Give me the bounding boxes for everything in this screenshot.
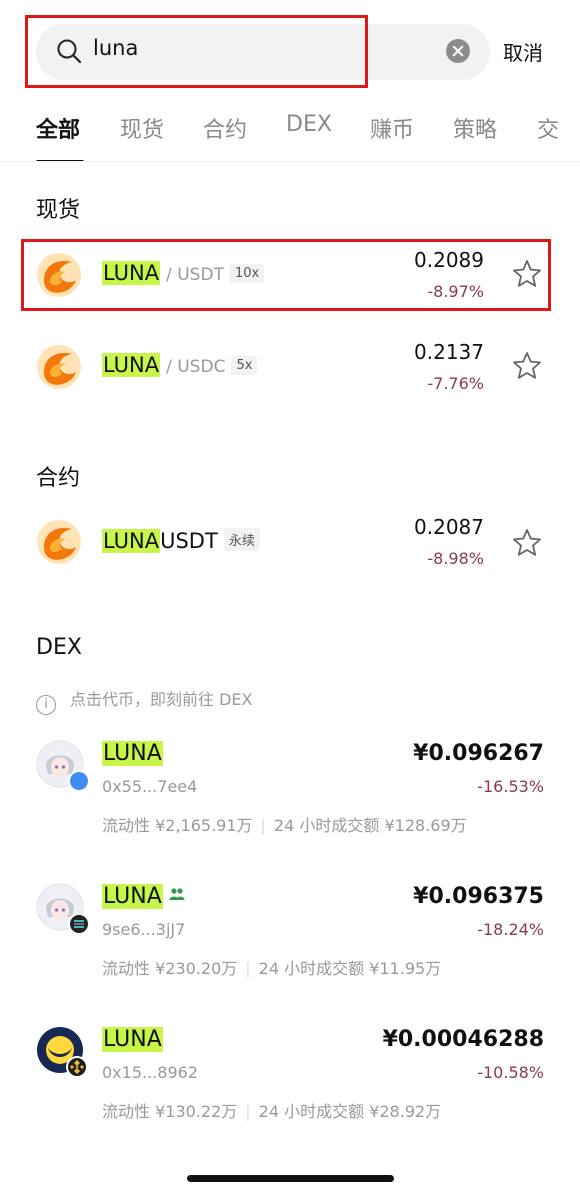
search-highlight-box: [25, 15, 368, 88]
symbol: LUNA: [102, 1027, 163, 1052]
token-stats: 流动性 ¥130.22万 | 24 小时成交额 ¥28.92万: [102, 1102, 442, 1121]
list-item[interactable]: LUNAUSDT 永续 0.2087 -8.98%: [0, 511, 580, 575]
price: ¥0.096375: [413, 884, 544, 909]
price: 0.2137: [414, 340, 484, 364]
token-stats: 流动性 ¥230.20万 | 24 小时成交额 ¥11.95万: [102, 959, 442, 978]
tab-strategy[interactable]: 策略: [453, 112, 497, 144]
star-icon[interactable]: [511, 350, 543, 382]
chain-badge-icon: [68, 770, 90, 792]
price-change: -18.24%: [477, 920, 544, 939]
tab-earn[interactable]: 赚币: [370, 112, 414, 144]
tab-futures[interactable]: 合约: [203, 112, 247, 144]
symbol: LUNA / USDC 5x: [102, 353, 258, 377]
section-title-dex: DEX: [36, 635, 82, 660]
info-icon: i: [36, 695, 56, 715]
clear-icon[interactable]: [446, 39, 470, 63]
home-indicator[interactable]: [187, 1175, 394, 1182]
price-change: -10.58%: [477, 1063, 544, 1082]
holders-icon: [169, 888, 185, 900]
token-address: 0x15...8962: [102, 1063, 198, 1082]
luna-coin-icon: [37, 520, 81, 564]
quote-currency: / USDC: [166, 357, 226, 377]
price: ¥0.096267: [413, 741, 544, 766]
dex-list-item[interactable]: LUNA 0x15...8962 流动性 ¥130.22万 | 24 小时成交额 ¥…: [0, 1022, 580, 1122]
symbol-suffix: USDT: [160, 529, 218, 553]
tab-trade[interactable]: 交: [537, 112, 559, 144]
dex-info-line: i 点击代币，即刻前往 DEX: [36, 686, 252, 715]
price-change: -8.98%: [427, 549, 484, 568]
category-tabs: 全部 现货 合约 DEX 赚币 策略 交: [0, 108, 580, 162]
dex-list-item[interactable]: LUNA 9se6...3jJ7 流动性 ¥230.20万 | 24 小时成交额 ¥…: [0, 879, 580, 979]
liquidity: 流动性 ¥2,165.91万: [102, 816, 253, 835]
star-icon[interactable]: [511, 527, 543, 559]
bnb-chain-icon: [66, 1056, 88, 1078]
contract-type-badge: 永续: [223, 528, 260, 551]
tab-dex[interactable]: DEX: [286, 112, 332, 137]
section-title-spot: 现货: [36, 198, 81, 223]
token-address: 9se6...3jJ7: [102, 920, 186, 939]
volume-24h: 24 小时成交额 ¥128.69万: [273, 816, 467, 835]
symbol: LUNA: [102, 741, 163, 766]
volume-24h: 24 小时成交额 ¥28.92万: [258, 1102, 442, 1121]
tab-all[interactable]: 全部: [36, 112, 80, 144]
liquidity: 流动性 ¥130.22万: [102, 1102, 238, 1121]
token-stats: 流动性 ¥2,165.91万 | 24 小时成交额 ¥128.69万: [102, 816, 467, 835]
solana-chain-icon: [68, 913, 90, 935]
list-item[interactable]: LUNA / USDC 5x 0.2137 -7.76%: [0, 336, 580, 400]
leverage-badge: 5x: [231, 356, 258, 375]
symbol: LUNA: [102, 884, 185, 909]
price: ¥0.00046288: [382, 1027, 544, 1052]
token-address: 0x55...7ee4: [102, 777, 198, 796]
section-title-futures: 合约: [36, 466, 81, 491]
price: 0.2087: [414, 515, 484, 539]
volume-24h: 24 小时成交额 ¥11.95万: [258, 959, 442, 978]
dex-list-item[interactable]: LUNA 0x55...7ee4 流动性 ¥2,165.91万 | 24 小时成交额…: [0, 736, 580, 836]
luna-coin-icon: [37, 345, 81, 389]
symbol: LUNAUSDT 永续: [102, 528, 260, 553]
row-highlight-box: [21, 239, 551, 311]
tab-spot[interactable]: 现货: [120, 112, 164, 144]
dex-info-text: 点击代币，即刻前往 DEX: [70, 690, 253, 709]
price-change: -7.76%: [427, 374, 484, 393]
price-change: -16.53%: [477, 777, 544, 796]
cancel-button[interactable]: 取消: [503, 37, 543, 66]
active-tab-indicator: [36, 160, 84, 161]
liquidity: 流动性 ¥230.20万: [102, 959, 238, 978]
